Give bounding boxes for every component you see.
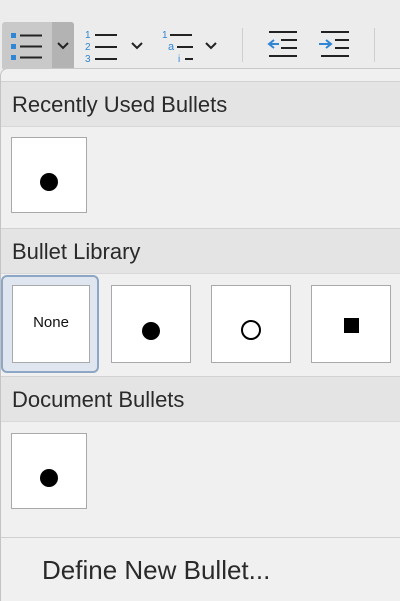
bullet-library-none[interactable]: None bbox=[12, 285, 90, 363]
chevron-down-icon[interactable] bbox=[202, 38, 220, 54]
toolbar-separator bbox=[242, 28, 243, 62]
bullet-library-filled-circle[interactable] bbox=[111, 285, 191, 363]
decrease-indent-icon[interactable] bbox=[264, 28, 300, 62]
bullet-library-hollow-circle[interactable] bbox=[211, 285, 291, 363]
document-bullet-filled-circle[interactable] bbox=[11, 433, 87, 509]
bullet-library-header: Bullet Library bbox=[1, 228, 400, 274]
multilevel-glyph-1: 1 bbox=[162, 30, 168, 41]
bulleted-list-icon[interactable] bbox=[8, 28, 44, 64]
recent-bullet-filled-circle[interactable] bbox=[11, 137, 87, 213]
define-new-bullet-menu-item[interactable]: Define New Bullet... bbox=[1, 542, 400, 598]
numbered-glyph-1: 1 bbox=[85, 30, 91, 41]
multilevel-glyph-a: a bbox=[168, 41, 175, 53]
filled-circle-bullet-icon bbox=[40, 173, 58, 191]
multilevel-list-split-button[interactable]: 1 a i bbox=[158, 22, 232, 68]
numbered-list-icon[interactable]: 1 2 3 bbox=[82, 26, 118, 64]
hollow-circle-bullet-icon bbox=[241, 320, 261, 340]
increase-indent-icon[interactable] bbox=[316, 28, 352, 62]
multilevel-list-icon[interactable]: 1 a i bbox=[160, 26, 196, 64]
multilevel-glyph-i: i bbox=[178, 54, 180, 64]
numbered-glyph-3: 3 bbox=[85, 54, 91, 64]
filled-circle-bullet-icon bbox=[40, 469, 58, 487]
toolbar-separator bbox=[374, 28, 375, 62]
filled-square-bullet-icon bbox=[343, 317, 359, 333]
chevron-down-icon[interactable] bbox=[128, 38, 146, 54]
chevron-down-icon[interactable] bbox=[54, 38, 72, 54]
bullets-split-button[interactable] bbox=[2, 22, 74, 70]
filled-circle-bullet-icon bbox=[142, 322, 160, 340]
bullet-none-label: None bbox=[33, 313, 69, 331]
recently-used-bullets-header: Recently Used Bullets bbox=[1, 81, 400, 127]
numbered-glyph-2: 2 bbox=[85, 42, 91, 53]
menu-divider bbox=[1, 537, 400, 538]
bullets-dropdown-menu: Recently Used Bullets Bullet Library Non… bbox=[0, 68, 400, 601]
bullet-library-filled-square[interactable] bbox=[311, 285, 391, 363]
document-bullets-header: Document Bullets bbox=[1, 376, 400, 422]
numbering-split-button[interactable]: 1 2 3 bbox=[80, 22, 150, 68]
formatting-toolbar: 1 2 3 1 a i bbox=[0, 0, 400, 70]
